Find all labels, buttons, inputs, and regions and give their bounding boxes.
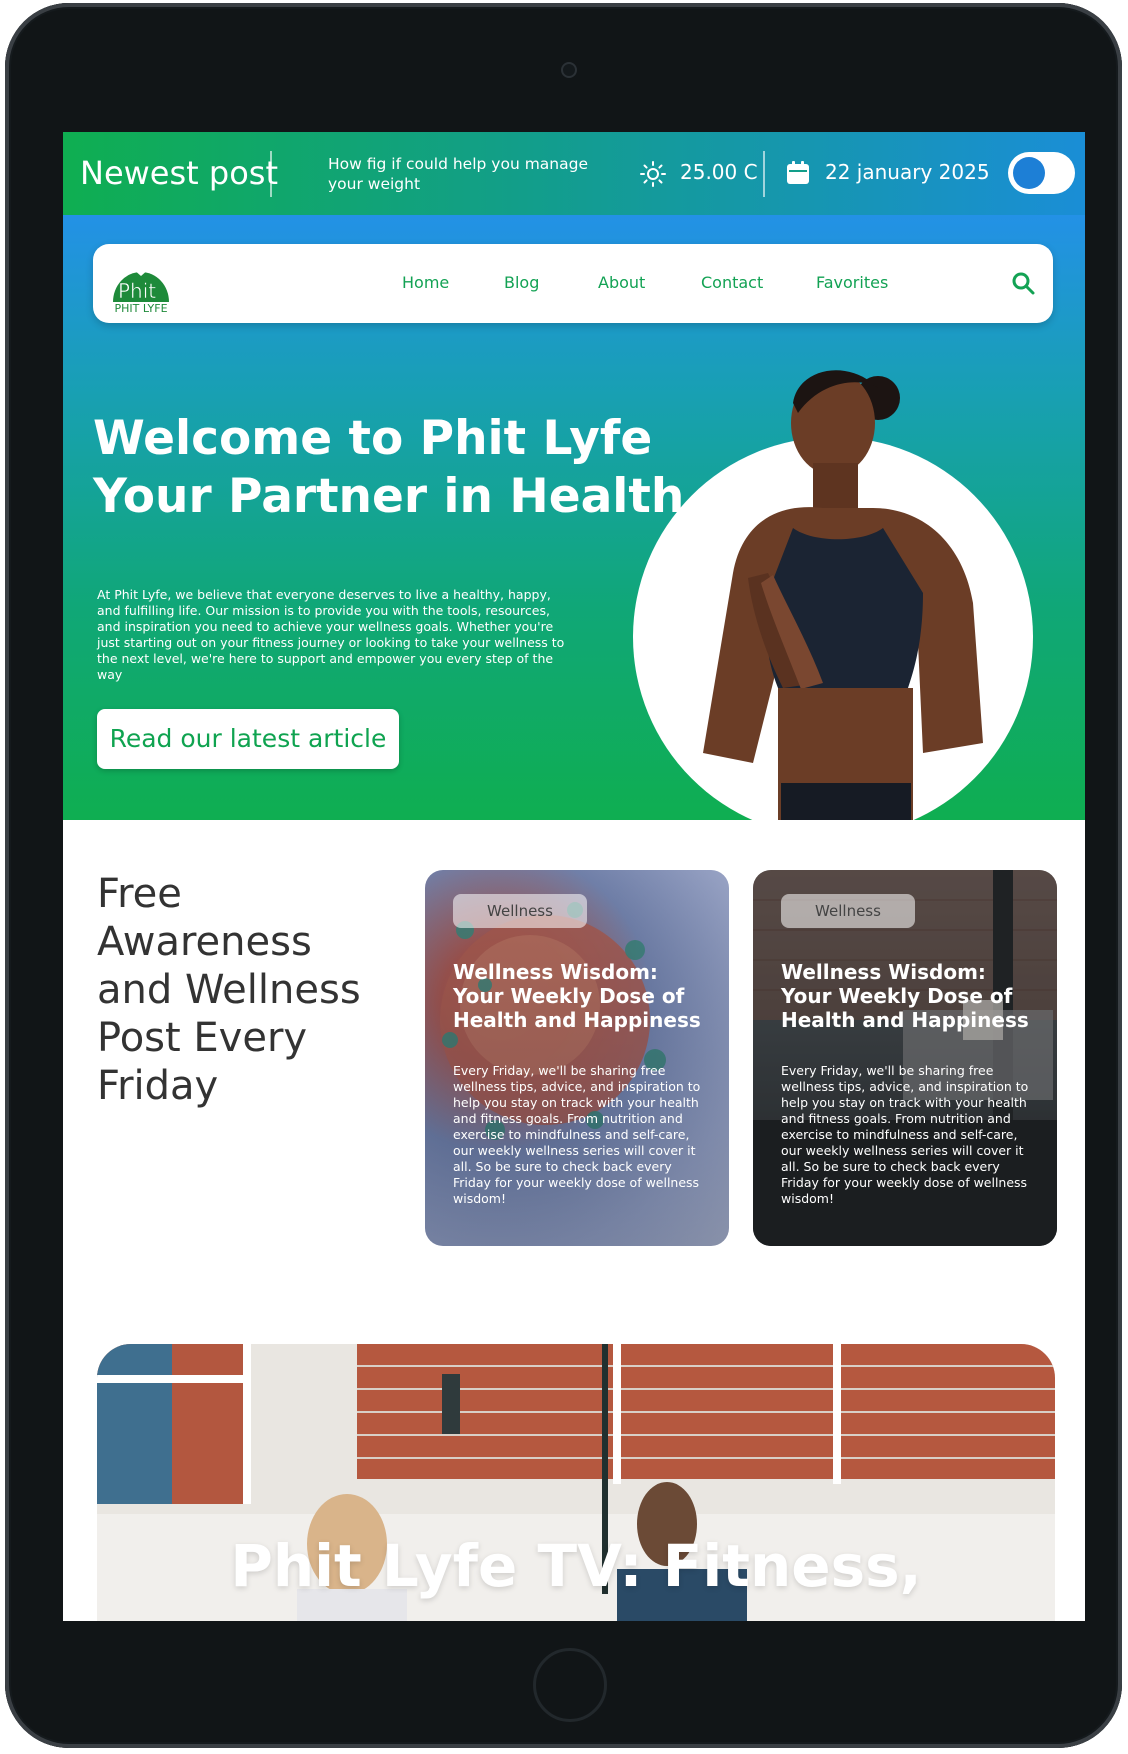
divider [763,151,765,197]
category-badge: Wellness [781,894,915,928]
card-title: Wellness Wisdom: Your Weekly Dose of Hea… [453,960,701,1032]
current-date: 22 january 2025 [825,160,990,184]
nav-contact[interactable]: Contact [701,273,763,292]
newest-post-link[interactable]: How fig if could help you manage your we… [328,154,598,194]
wellness-card[interactable]: Wellness Wellness Wisdom: Your Weekly Do… [753,870,1057,1246]
read-latest-article-button[interactable]: Read our latest article [97,709,399,769]
phit-lyfe-tv-banner[interactable]: Phit Lyfe TV: Fitness, [97,1344,1055,1621]
hero-title: Welcome to Phit Lyfe Your Partner in Hea… [93,410,685,526]
camera-icon [561,62,577,78]
calendar-icon [787,161,809,184]
wellness-card[interactable]: Wellness Wellness Wisdom: Your Weekly Do… [425,870,729,1246]
nav-about[interactable]: About [598,273,645,292]
sun-icon [640,161,666,187]
theme-toggle[interactable] [1008,152,1075,194]
tv-banner-title: Phit Lyfe TV: Fitness, [230,1532,922,1600]
svg-text:Phit: Phit [118,279,156,303]
newest-post-label: Newest post [80,154,278,192]
hero-title-line2: Your Partner in Health [93,469,685,524]
wellness-section-heading: Free Awareness and Wellness Post Every F… [97,871,361,1109]
home-button[interactable] [533,1648,607,1722]
navbar: Phit PHIT LYFE Home Blog About Contact F… [93,244,1053,323]
category-badge: Wellness [453,894,587,928]
hero-section: Phit PHIT LYFE Home Blog About Contact F… [63,215,1085,820]
divider [270,151,272,197]
toggle-knob [1013,157,1045,189]
nav-home[interactable]: Home [402,273,449,292]
hero-description: At Phit Lyfe, we believe that everyone d… [97,587,565,682]
search-icon[interactable] [1011,271,1035,295]
card-title: Wellness Wisdom: Your Weekly Dose of Hea… [781,960,1029,1032]
temperature: 25.00 C [680,160,758,184]
card-body: Every Friday, we'll be sharing free well… [453,1063,701,1206]
card-body: Every Friday, we'll be sharing free well… [781,1063,1029,1206]
hero-title-line1: Welcome to Phit Lyfe [93,411,653,466]
svg-text:PHIT LYFE: PHIT LYFE [114,302,167,315]
tablet-frame: Newest post How fig if could help you ma… [5,3,1122,1748]
phit-lyfe-logo[interactable]: Phit PHIT LYFE [109,252,173,316]
hero-woman-image [703,370,983,820]
nav-favorites[interactable]: Favorites [816,273,888,292]
nav-blog[interactable]: Blog [504,273,539,292]
screen: Newest post How fig if could help you ma… [63,132,1085,1621]
top-bar: Newest post How fig if could help you ma… [63,132,1085,215]
